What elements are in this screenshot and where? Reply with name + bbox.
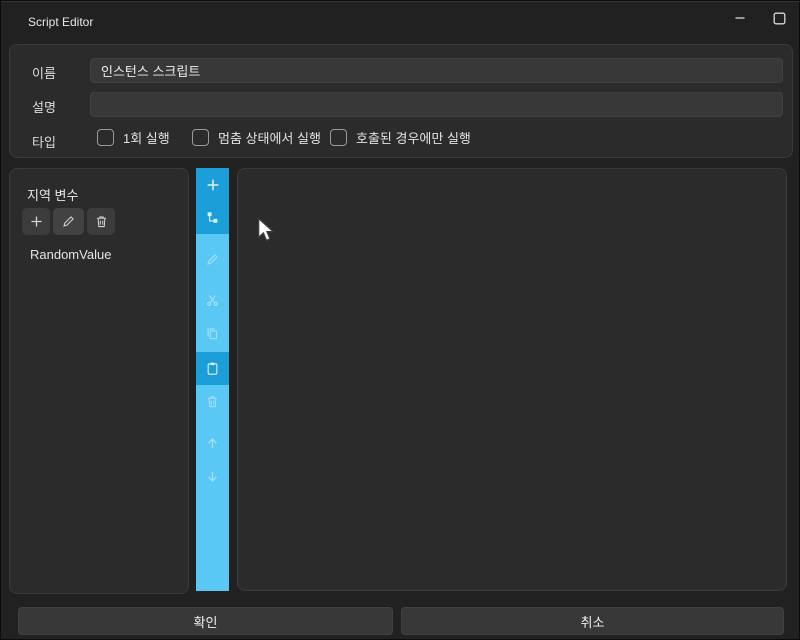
plus-icon (29, 214, 44, 229)
minimize-button[interactable] (723, 7, 757, 29)
script-properties-panel: 이름 설명 타입 1회 실행 멈춤 상태에서 실행 호출된 경우에만 실행 (9, 44, 793, 158)
type-options-row: 1회 실행 멈춤 상태에서 실행 호출된 경우에만 실행 (10, 123, 792, 153)
description-label: 설명 (32, 97, 56, 116)
add-step-button[interactable] (196, 168, 229, 201)
pencil-icon (61, 214, 76, 229)
trash-icon (205, 394, 220, 409)
add-child-step-button[interactable] (196, 201, 229, 234)
edit-variable-button[interactable] (53, 208, 84, 235)
titlebar: Script Editor (1, 1, 800, 39)
branch-icon (205, 210, 220, 225)
checkbox-run-only-when-called[interactable]: 호출된 경우에만 실행 (330, 128, 471, 147)
local-variables-panel: 지역 변수 RandomValue (9, 168, 189, 594)
maximize-icon (773, 12, 786, 25)
cut-step-button[interactable] (196, 284, 229, 317)
script-canvas[interactable] (237, 168, 787, 591)
script-editor-window: { "window": { "title": "Script Editor" }… (0, 0, 800, 640)
window-title: Script Editor (28, 15, 93, 29)
edit-step-button[interactable] (196, 243, 229, 276)
checkbox-run-while-paused[interactable]: 멈춤 상태에서 실행 (192, 128, 321, 147)
name-label: 이름 (32, 63, 56, 82)
cancel-button-label: 취소 (581, 612, 605, 631)
scissors-icon (205, 293, 220, 308)
cancel-button[interactable]: 취소 (401, 607, 784, 635)
variable-list-item[interactable]: RandomValue (30, 247, 111, 262)
script-toolbar (196, 168, 229, 591)
description-input[interactable] (90, 92, 783, 117)
clipboard-icon (205, 361, 220, 376)
ok-button-label: 확인 (194, 612, 218, 631)
checkbox-label: 호출된 경우에만 실행 (356, 128, 471, 147)
copy-step-button[interactable] (196, 317, 229, 350)
checkbox-box[interactable] (330, 129, 347, 146)
checkbox-box[interactable] (97, 129, 114, 146)
delete-variable-button[interactable] (87, 208, 115, 235)
arrow-up-icon (205, 436, 220, 451)
ok-button[interactable]: 확인 (18, 607, 393, 635)
plus-icon (205, 177, 221, 193)
move-step-up-button[interactable] (196, 427, 229, 460)
name-input[interactable] (90, 58, 783, 83)
checkbox-box[interactable] (192, 129, 209, 146)
paste-step-button[interactable] (196, 352, 229, 385)
move-step-down-button[interactable] (196, 460, 229, 493)
pencil-icon (205, 252, 220, 267)
checkbox-label: 1회 실행 (123, 128, 170, 147)
trash-icon (94, 214, 109, 229)
maximize-button[interactable] (762, 7, 796, 29)
variable-actions (22, 208, 115, 235)
delete-step-button[interactable] (196, 385, 229, 418)
minimize-icon (734, 12, 746, 24)
add-variable-button[interactable] (22, 208, 50, 235)
arrow-down-icon (205, 469, 220, 484)
checkbox-run-once[interactable]: 1회 실행 (97, 128, 170, 147)
copy-icon (205, 326, 220, 341)
checkbox-label: 멈춤 상태에서 실행 (218, 128, 321, 147)
local-variables-title: 지역 변수 (27, 185, 78, 204)
